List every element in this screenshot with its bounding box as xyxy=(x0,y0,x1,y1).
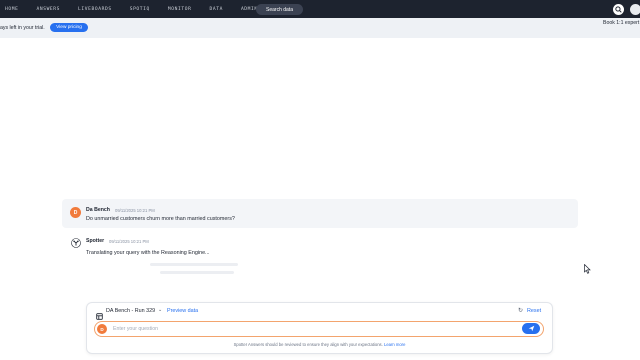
send-button[interactable] xyxy=(522,323,540,334)
spotter-message-time: 09/11/2025 10:21 PM xyxy=(109,239,149,244)
send-icon xyxy=(528,325,534,332)
reset-button[interactable]: Reset xyxy=(527,308,541,314)
preview-data-link[interactable]: Preview data xyxy=(167,308,198,314)
query-input[interactable] xyxy=(113,325,513,333)
spotter-message-text: Translating your query with the Reasonin… xyxy=(86,250,210,256)
input-avatar: D xyxy=(97,324,107,334)
chevron-down-icon[interactable]: ⌄ xyxy=(158,307,162,313)
user-message-name: Da Bench xyxy=(86,207,110,213)
spotter-avatar-icon xyxy=(70,237,81,248)
search-data-button[interactable]: Search data xyxy=(256,4,303,15)
book-expert-link[interactable]: Book 1:1 expert xyxy=(603,20,639,26)
help-icon[interactable] xyxy=(630,4,640,15)
nav-item-answers[interactable]: ANSWERS xyxy=(36,7,60,12)
nav-item-spotiq[interactable]: SPOTIQ xyxy=(130,7,150,12)
reset-icon[interactable]: ↻ xyxy=(518,307,523,314)
nav-item-liveboards[interactable]: LIVEBOARDS xyxy=(78,7,112,12)
disclaimer-body: Spotter Answers should be reviewed to en… xyxy=(233,342,383,347)
spotter-message-name: Spotter xyxy=(86,238,105,244)
loading-skeleton-line xyxy=(160,271,234,274)
trial-text: ays left in your trial. xyxy=(0,25,45,31)
view-pricing-button[interactable]: View pricing xyxy=(50,23,88,32)
trial-banner xyxy=(0,18,640,38)
nav-item-monitor[interactable]: MONITOR xyxy=(168,7,192,12)
user-avatar: D xyxy=(70,207,81,218)
user-message-time: 09/11/2025 10:21 PM xyxy=(115,208,155,213)
learn-more-link[interactable]: Learn more xyxy=(384,342,405,347)
dataset-selector[interactable]: DA Bench - Run 329 xyxy=(106,308,155,314)
search-icon[interactable] xyxy=(613,4,624,15)
nav-item-home[interactable]: HOME xyxy=(5,7,18,12)
disclaimer-text: Spotter Answers should be reviewed to en… xyxy=(86,342,553,347)
nav-item-data[interactable]: DATA xyxy=(209,7,222,12)
top-nav-bar: HOME ANSWERS LIVEBOARDS SPOTIQ MONITOR D… xyxy=(0,0,640,18)
mouse-cursor-icon xyxy=(584,261,591,279)
user-message-text: Do unmarried customers churn more than m… xyxy=(86,216,235,222)
user-message-row xyxy=(62,199,578,228)
loading-skeleton-line xyxy=(150,263,238,266)
